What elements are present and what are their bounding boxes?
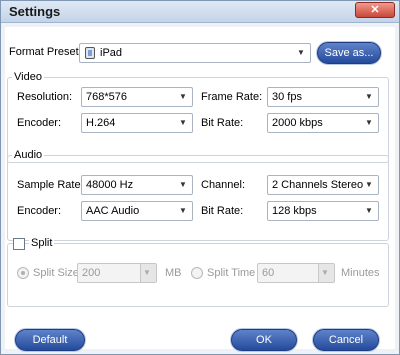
video-encoder-select[interactable]: H.264 ▼ (81, 113, 193, 133)
window-title: Settings (9, 4, 61, 19)
frame-rate-label: Frame Rate: (201, 91, 263, 103)
channel-value: 2 Channels Stereo (272, 179, 364, 191)
minutes-label: Minutes (341, 267, 380, 279)
resolution-select[interactable]: 768*576 ▼ (81, 87, 193, 107)
split-size-label: Split Size (33, 267, 79, 279)
video-encoder-value: H.264 (86, 117, 116, 129)
split-time-select[interactable]: 60 ▼ (257, 263, 335, 283)
default-button[interactable]: Default (15, 329, 85, 351)
split-time-value: 60 (262, 267, 275, 279)
chevron-down-icon: ▼ (321, 268, 329, 277)
video-legend: Video (14, 71, 42, 83)
split-size-select[interactable]: 200 ▼ (77, 263, 157, 283)
frame-rate-select[interactable]: 30 fps ▼ (267, 87, 379, 107)
settings-content: Format Preset: iPad ▼ Save as... Video R… (5, 27, 395, 349)
video-bit-rate-value: 2000 kbps (272, 117, 323, 129)
sample-rate-value: 48000 Hz (86, 179, 134, 191)
channel-select[interactable]: 2 Channels Stereo ▼ (267, 175, 379, 195)
chevron-down-icon: ▼ (179, 180, 187, 189)
close-button[interactable]: ✕ (355, 2, 395, 18)
split-checkbox[interactable] (13, 238, 25, 250)
audio-encoder-select[interactable]: AAC Audio ▼ (81, 201, 193, 221)
save-as-button[interactable]: Save as... (317, 42, 381, 64)
audio-legend: Audio (14, 149, 43, 161)
resolution-label: Resolution: (17, 91, 73, 103)
mb-label: MB (165, 267, 182, 279)
sample-rate-select[interactable]: 48000 Hz ▼ (81, 175, 193, 195)
resolution-value: 768*576 (86, 91, 127, 103)
audio-group: Audio (7, 149, 389, 241)
chevron-down-icon: ▼ (365, 118, 373, 127)
close-icon: ✕ (370, 4, 380, 16)
frame-rate-value: 30 fps (272, 91, 302, 103)
audio-bit-rate-label: Bit Rate: (201, 205, 244, 217)
video-bit-rate-select[interactable]: 2000 kbps ▼ (267, 113, 379, 133)
chevron-down-icon: ▼ (297, 48, 305, 57)
format-preset-label: Format Preset: (9, 46, 82, 58)
split-label: Split (29, 237, 55, 249)
chevron-down-icon: ▼ (179, 92, 187, 101)
cancel-button[interactable]: Cancel (313, 329, 379, 351)
video-bit-rate-label: Bit Rate: (201, 117, 244, 129)
settings-window: Settings ✕ Format Preset: iPad ▼ Save as… (0, 0, 400, 355)
split-time-label: Split Time (207, 267, 256, 279)
format-preset-value: iPad (100, 47, 123, 59)
chevron-down-icon: ▼ (179, 206, 187, 215)
ipad-icon (85, 47, 95, 59)
chevron-down-icon: ▼ (365, 206, 373, 215)
chevron-down-icon: ▼ (365, 92, 373, 101)
chevron-down-icon: ▼ (365, 180, 373, 189)
sample-rate-label: Sample Rate: (17, 179, 84, 191)
chevron-down-icon: ▼ (143, 268, 151, 277)
audio-encoder-label: Encoder: (17, 205, 62, 217)
title-bar: Settings ✕ (1, 1, 399, 23)
split-time-radio[interactable] (191, 267, 203, 279)
split-size-radio[interactable] (17, 267, 29, 279)
audio-bit-rate-select[interactable]: 128 kbps ▼ (267, 201, 379, 221)
channel-label: Channel: (201, 179, 246, 191)
chevron-down-icon: ▼ (179, 118, 187, 127)
audio-bit-rate-value: 128 kbps (272, 205, 317, 217)
split-size-value: 200 (82, 267, 101, 279)
ok-button[interactable]: OK (231, 329, 297, 351)
format-preset-select[interactable]: iPad ▼ (79, 43, 311, 63)
video-encoder-label: Encoder: (17, 117, 62, 129)
audio-encoder-value: AAC Audio (86, 205, 140, 217)
